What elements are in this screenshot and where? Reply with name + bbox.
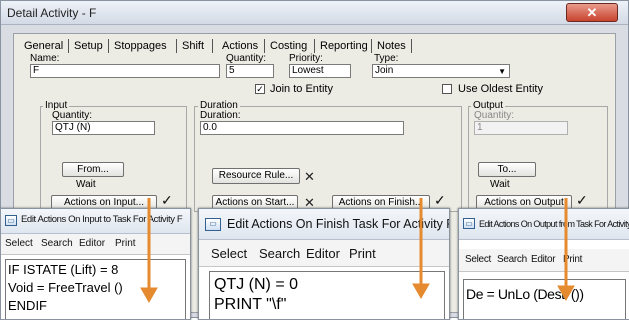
output-arrow [557, 198, 575, 302]
connector-arrows [140, 198, 575, 304]
finish-arrow [412, 198, 430, 300]
input-arrow [140, 198, 158, 304]
